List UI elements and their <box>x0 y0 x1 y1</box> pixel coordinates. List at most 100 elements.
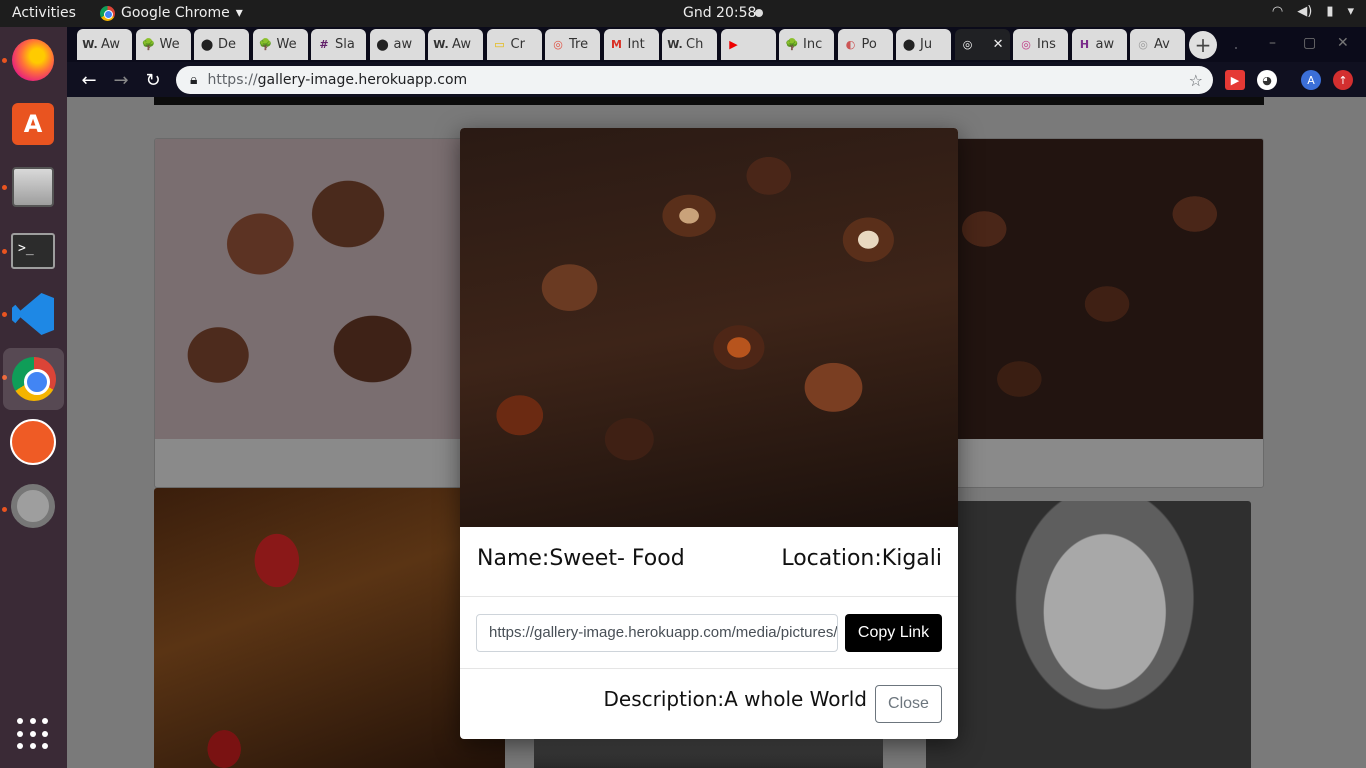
tab-label: Int <box>627 37 645 52</box>
tab-label: Cr <box>510 37 525 52</box>
browser-tab[interactable]: ⬤ aw <box>369 29 425 60</box>
browser-tab[interactable]: ⬤ Ju <box>896 29 951 60</box>
tab-label: Inc <box>803 37 823 52</box>
tab-label: De <box>218 37 237 52</box>
tab-favicon-icon: M <box>611 38 622 51</box>
browser-tab[interactable]: ▶ <box>720 29 776 60</box>
software-store-icon: A <box>12 103 54 145</box>
close-window-icon[interactable]: ✕ <box>1337 35 1349 51</box>
dock-files[interactable] <box>9 163 57 211</box>
browser-tab[interactable]: 🌳 We <box>135 29 191 60</box>
dock-software-store[interactable]: A <box>9 100 57 148</box>
back-icon[interactable]: ← <box>77 68 101 92</box>
tab-favicon-icon: W. <box>667 38 683 51</box>
tab-favicon-icon: ◎ <box>1021 38 1031 51</box>
browser-tab[interactable]: ◎ Tre <box>545 29 600 60</box>
gallery-image-girl[interactable] <box>926 501 1251 768</box>
dock-postman[interactable] <box>9 418 57 466</box>
running-indicator <box>2 312 7 317</box>
tab-label: Ch <box>686 37 704 52</box>
extension-video-icon[interactable]: ▶ <box>1225 70 1245 90</box>
browser-tab[interactable]: W. Aw <box>77 29 132 60</box>
activities-button[interactable]: Activities <box>12 5 76 21</box>
modal-footer: Description:A whole World Close <box>460 669 958 739</box>
dock: A >_ <box>0 27 67 768</box>
close-button[interactable]: Close <box>875 685 942 723</box>
gallery-card[interactable] <box>154 488 505 768</box>
tab-favicon-icon: ◎ <box>1138 38 1148 51</box>
system-top-bar: Activities Google Chrome ▾ Gnd 20:58 ◠ ◀… <box>0 0 1366 27</box>
gallery-card[interactable] <box>913 138 1264 488</box>
browser-tab[interactable]: W. Aw <box>428 29 483 60</box>
tab-strip: W. Aw 🌳 We ⬤ De 🌳 We # Sla ⬤ aw W. Aw ▭ Cr ◎ Tre M Int W. Ch ▶… <box>67 27 1366 62</box>
tools-icon <box>11 484 55 528</box>
tab-favicon-icon: 🌳 <box>258 38 273 51</box>
app-grid-icon <box>17 718 49 750</box>
tab-label: We <box>159 37 180 52</box>
files-icon <box>12 167 54 207</box>
tab-label: aw <box>1095 37 1115 52</box>
browser-tab[interactable]: ▭ Cr <box>486 29 542 60</box>
gallery-image-sweet-food[interactable] <box>914 139 1263 439</box>
gallery-card[interactable] <box>926 501 1251 768</box>
tab-label: Aw <box>452 37 471 52</box>
show-apps-button[interactable] <box>9 710 57 758</box>
tab-favicon-icon: W. <box>82 38 98 51</box>
gallery-image-chocolates[interactable] <box>155 139 504 439</box>
tab-label: Ins <box>1037 37 1056 52</box>
address-bar[interactable]: 🔒︎ https://gallery-image.herokuapp.com ☆ <box>176 66 1213 94</box>
tab-favicon-icon: ◎ <box>553 38 563 51</box>
image-modal: Name:Sweet- Food Location:Kigali https:/… <box>460 128 958 739</box>
tab-favicon-icon: ▭ <box>494 38 505 51</box>
reload-icon[interactable]: ↻ <box>141 68 165 92</box>
dock-settings-tools[interactable] <box>9 482 57 530</box>
battery-icon: ▮ <box>1326 4 1334 19</box>
update-icon[interactable]: ↑ <box>1333 70 1353 90</box>
dock-terminal[interactable]: >_ <box>9 227 57 275</box>
forward-icon[interactable]: → <box>109 68 133 92</box>
maximize-icon[interactable]: ▢ <box>1303 35 1316 51</box>
browser-tab[interactable]: ⬤ De <box>194 29 249 60</box>
modal-image <box>460 128 958 527</box>
clock[interactable]: Gnd 20:58 <box>683 5 756 21</box>
gallery-card[interactable] <box>154 138 505 488</box>
gallery-image-strawberry[interactable] <box>154 488 505 768</box>
new-tab-button[interactable]: + <box>1189 31 1217 59</box>
browser-tab[interactable]: ◎ Ins <box>1013 29 1068 60</box>
dock-chrome[interactable] <box>3 348 64 410</box>
browser-tab[interactable]: Haw <box>1071 29 1127 60</box>
browser-tab[interactable]: ◐ Po <box>837 29 893 60</box>
profile-avatar[interactable]: A <box>1301 70 1321 90</box>
browser-tab[interactable]: 🌳 Inc <box>779 29 834 60</box>
bookmark-star-icon[interactable]: ☆ <box>1189 71 1203 90</box>
system-tray[interactable]: ◠ ◀) ▮ ▾ <box>1272 4 1354 19</box>
extension-incognito-icon[interactable]: ◕ <box>1257 70 1277 90</box>
tab-active[interactable]: ◎ ✕ <box>954 29 1010 60</box>
copy-link-button[interactable]: Copy Link <box>845 614 942 652</box>
browser-window: W. Aw 🌳 We ⬤ De 🌳 We # Sla ⬤ aw W. Aw ▭ Cr ◎ Tre M Int W. Ch ▶… <box>67 27 1366 768</box>
browser-tab[interactable]: M Int <box>603 29 659 60</box>
gallery-image-bw[interactable] <box>534 738 883 768</box>
image-link-input[interactable]: https://gallery-image.herokuapp.com/medi… <box>476 614 838 652</box>
tab-favicon-icon: ⬤ <box>376 38 389 51</box>
dock-vscode[interactable] <box>9 290 57 338</box>
tab-close-icon[interactable]: ✕ <box>993 37 1004 52</box>
chevron-down-icon: ▾ <box>235 5 243 21</box>
browser-tab[interactable]: ◎ Av <box>1130 29 1185 60</box>
url-text: https://gallery-image.herokuapp.com <box>207 72 468 88</box>
page-content: Name:Sweet- Food Location:Kigali https:/… <box>67 97 1366 768</box>
app-menu[interactable]: Google Chrome ▾ <box>100 5 243 21</box>
browser-tab[interactable]: W. Ch <box>662 29 717 60</box>
volume-icon: ◀) <box>1297 4 1313 19</box>
vscode-icon <box>12 293 54 335</box>
minimize-icon[interactable]: – <box>1269 35 1276 51</box>
tab-favicon-icon: 🌳 <box>141 38 156 51</box>
power-menu-icon: ▾ <box>1347 4 1354 19</box>
tab-label: Sla <box>335 37 355 52</box>
app-menu-label: Google Chrome <box>121 5 230 21</box>
tab-favicon-icon: # <box>319 38 329 51</box>
browser-tab[interactable]: 🌳 We <box>252 29 308 60</box>
tab-favicon-icon: ⬤ <box>200 38 214 51</box>
dock-firefox[interactable] <box>9 36 57 84</box>
browser-tab[interactable]: # Sla <box>311 29 366 60</box>
